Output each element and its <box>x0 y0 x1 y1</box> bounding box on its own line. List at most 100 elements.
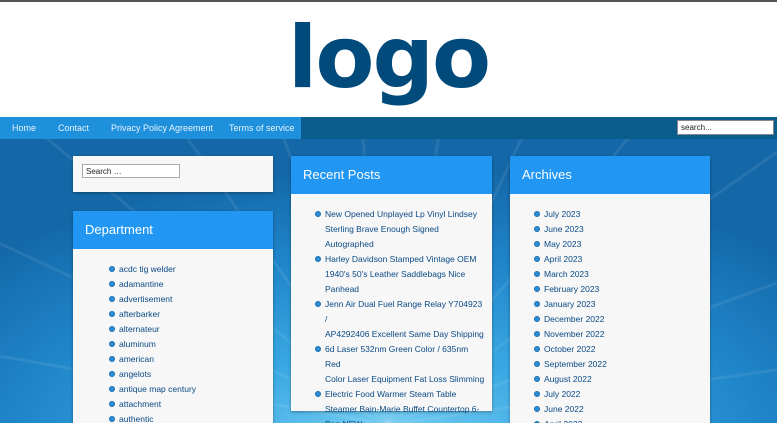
sidebar-search-widget <box>73 156 273 192</box>
archive-item[interactable]: November 2022 <box>534 327 607 342</box>
bullet-icon <box>534 406 540 412</box>
bullet-icon <box>109 416 115 422</box>
bullet-icon <box>534 241 540 247</box>
nav-search-input[interactable] <box>677 120 774 135</box>
archive-item[interactable]: March 2023 <box>534 267 607 282</box>
archive-link-text[interactable]: January 2023 <box>544 299 596 309</box>
department-item[interactable]: american <box>109 352 196 367</box>
recent-post-item[interactable]: New Opened Unplayed Lp Vinyl Lindsey Ster… <box>315 207 485 252</box>
bullet-icon <box>109 371 115 377</box>
archive-link-text[interactable]: November 2022 <box>544 329 604 339</box>
department-link-text[interactable]: advertisement <box>119 294 172 304</box>
archive-item[interactable]: August 2022 <box>534 372 607 387</box>
department-link-text[interactable]: authentic <box>119 414 154 423</box>
recent-posts-widget: Recent Posts New Opened Unplayed Lp Viny… <box>291 156 492 423</box>
site-logo[interactable]: logo <box>0 8 777 108</box>
department-item[interactable]: adamantine <box>109 277 196 292</box>
bullet-icon <box>109 266 115 272</box>
department-link-text[interactable]: american <box>119 354 154 364</box>
bullet-icon <box>109 311 115 317</box>
archive-link-text[interactable]: February 2023 <box>544 284 599 294</box>
department-title: Department <box>73 211 273 249</box>
bullet-icon <box>534 361 540 367</box>
recent-post-link-text[interactable]: Autographed <box>325 239 374 249</box>
archive-link-text[interactable]: June 2022 <box>544 404 584 414</box>
bullet-icon <box>534 391 540 397</box>
recent-post-link-text[interactable]: Jenn Air Dual Fuel Range Relay Y704923 / <box>325 299 482 324</box>
nav-item-terms[interactable]: Terms of service <box>229 117 295 139</box>
recent-post-item[interactable]: Harley Davidson Stamped Vintage OEM 1940'… <box>315 252 485 297</box>
sidebar-search-input[interactable] <box>82 164 180 178</box>
recent-post-link-text[interactable]: Color Laser Equipment Fat Loss Slimming <box>325 374 484 384</box>
bullet-icon <box>315 346 321 352</box>
department-link-text[interactable]: alternateur <box>119 324 160 334</box>
bullet-icon <box>315 256 321 262</box>
department-item[interactable]: antique map century <box>109 382 196 397</box>
archive-link-text[interactable]: July 2022 <box>544 389 580 399</box>
department-link-text[interactable]: antique map century <box>119 384 196 394</box>
recent-post-link-text[interactable]: 6d Laser 532nm Green Color / 635nm Red <box>325 344 468 369</box>
archive-link-text[interactable]: August 2022 <box>544 374 592 384</box>
department-item[interactable]: authentic <box>109 412 196 423</box>
department-link-text[interactable]: acdc tig welder <box>119 264 176 274</box>
recent-post-item[interactable]: 6d Laser 532nm Green Color / 635nm Red Co… <box>315 342 485 387</box>
archive-link-text[interactable]: June 2023 <box>544 224 584 234</box>
department-item[interactable]: angelots <box>109 367 196 382</box>
archive-item[interactable]: June 2022 <box>534 402 607 417</box>
department-link-text[interactable]: angelots <box>119 369 151 379</box>
recent-post-link-text[interactable]: Electric Food Warmer Steam Table <box>325 389 456 399</box>
archive-link-text[interactable]: April 2022 <box>544 419 582 423</box>
archive-item[interactable]: February 2023 <box>534 282 607 297</box>
archive-item[interactable]: October 2022 <box>534 342 607 357</box>
bullet-icon <box>315 211 321 217</box>
department-item[interactable]: acdc tig welder <box>109 262 196 277</box>
recent-post-item[interactable]: Electric Food Warmer Steam Table Steamer … <box>315 387 485 423</box>
recent-post-link-text[interactable]: Panhead <box>325 284 359 294</box>
department-item[interactable]: advertisement <box>109 292 196 307</box>
recent-post-link-text[interactable]: Pan NEW <box>325 419 362 423</box>
bullet-icon <box>534 376 540 382</box>
archive-link-text[interactable]: May 2023 <box>544 239 581 249</box>
archive-link-text[interactable]: March 2023 <box>544 269 589 279</box>
department-link-text[interactable]: adamantine <box>119 279 163 289</box>
archive-link-text[interactable]: July 2023 <box>544 209 580 219</box>
department-widget: Department acdc tig welder adamantine adve… <box>73 211 273 423</box>
archive-link-text[interactable]: December 2022 <box>544 314 604 324</box>
recent-post-link-text[interactable]: Harley Davidson Stamped Vintage OEM <box>325 254 477 264</box>
recent-post-link-text[interactable]: 1940's 50's Leather Saddlebags Nice <box>325 269 465 279</box>
nav-item-home[interactable]: Home <box>12 117 36 139</box>
nav-item-privacy[interactable]: Privacy Policy Agreement <box>111 117 213 139</box>
archive-item[interactable]: December 2022 <box>534 312 607 327</box>
department-item[interactable]: afterbarker <box>109 307 196 322</box>
archive-item[interactable]: July 2023 <box>534 207 607 222</box>
archive-item[interactable]: September 2022 <box>534 357 607 372</box>
bullet-icon <box>315 391 321 397</box>
archives-title: Archives <box>510 156 710 194</box>
bullet-icon <box>534 211 540 217</box>
department-link-text[interactable]: afterbarker <box>119 309 160 319</box>
bullet-icon <box>534 331 540 337</box>
nav-item-contact[interactable]: Contact <box>58 117 89 139</box>
recent-post-link-text[interactable]: AP4292406 Excellent Same Day Shipping <box>325 329 484 339</box>
archive-item[interactable]: June 2023 <box>534 222 607 237</box>
department-item[interactable]: alternateur <box>109 322 196 337</box>
bullet-icon <box>109 281 115 287</box>
recent-post-item[interactable]: Jenn Air Dual Fuel Range Relay Y704923 /… <box>315 297 485 342</box>
bullet-icon <box>534 316 540 322</box>
recent-posts-title: Recent Posts <box>291 156 492 194</box>
archive-item[interactable]: April 2023 <box>534 252 607 267</box>
archive-link-text[interactable]: September 2022 <box>544 359 607 369</box>
recent-post-link-text[interactable]: New Opened Unplayed Lp Vinyl Lindsey <box>325 209 477 219</box>
department-item[interactable]: attachment <box>109 397 196 412</box>
archive-link-text[interactable]: April 2023 <box>544 254 582 264</box>
recent-post-link-text[interactable]: Steamer Bain-Marie Buffet Countertop 6- <box>325 404 479 414</box>
department-link-text[interactable]: attachment <box>119 399 161 409</box>
archive-item[interactable]: July 2022 <box>534 387 607 402</box>
archive-item[interactable]: January 2023 <box>534 297 607 312</box>
department-item[interactable]: aluminum <box>109 337 196 352</box>
archive-item[interactable]: April 2022 <box>534 417 607 423</box>
archive-item[interactable]: May 2023 <box>534 237 607 252</box>
recent-post-link-text[interactable]: Sterling Brave Enough Signed <box>325 224 439 234</box>
department-link-text[interactable]: aluminum <box>119 339 156 349</box>
archive-link-text[interactable]: October 2022 <box>544 344 596 354</box>
